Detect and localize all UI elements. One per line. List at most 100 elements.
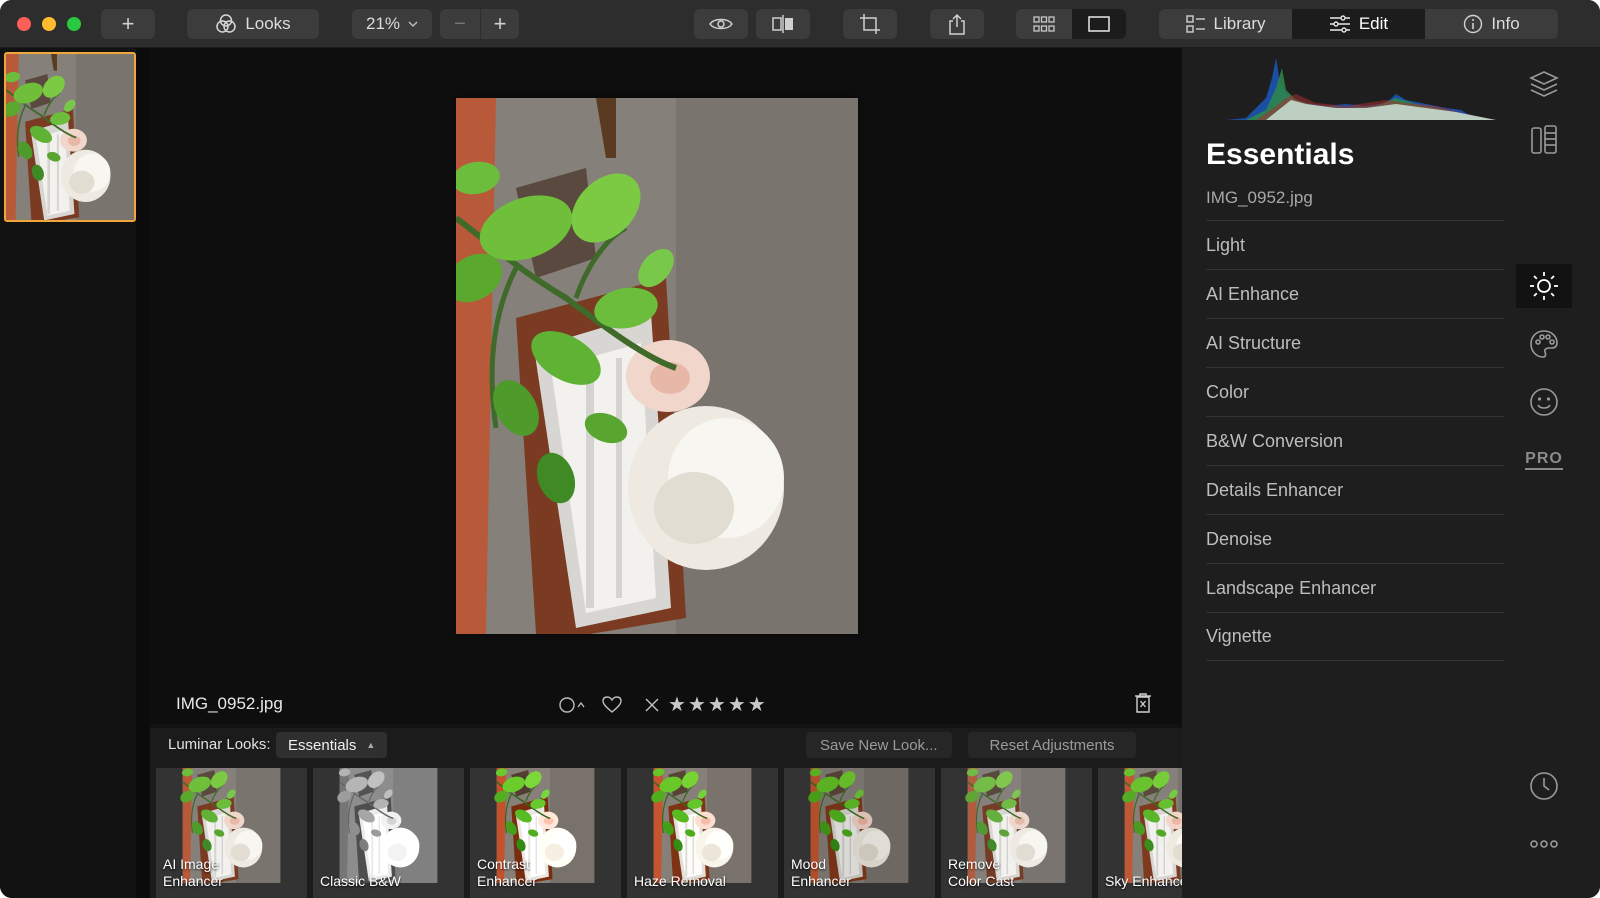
save-new-look-button[interactable]: Save New Look... [806,732,952,758]
looks-carousel: AI Image Enhancer Classic B&W Contrast Enhan… [156,768,1182,898]
pro-tools-button[interactable]: PRO [1516,438,1572,482]
zoom-out-button[interactable]: − [440,9,480,39]
more-options-button[interactable] [1516,822,1572,866]
tool-ai-structure[interactable]: AI Structure [1206,318,1504,367]
zoom-value: 21% [365,14,401,33]
compare-button[interactable] [756,9,810,39]
look-name: Mood Enhancer [791,856,931,890]
canvas-tools-button[interactable] [1516,118,1572,162]
share-icon [949,13,965,35]
look-name-line: Sky Enhancer [1105,873,1182,889]
look-preset[interactable]: Contrast Enhancer [470,768,621,898]
look-name-line: Mood [791,856,827,872]
preview-button[interactable] [694,9,748,39]
look-preset[interactable]: Sky Enhancer [1098,768,1182,898]
looks-label: Looks [245,14,291,33]
look-name-line: Enhancer [163,873,223,889]
more-icon [1530,840,1558,848]
look-name-line: Enhancer [791,873,851,889]
zoom-dropdown[interactable]: 21% [352,9,432,39]
portrait-tools-button[interactable] [1516,380,1572,424]
edit-panel: Essentials IMG_0952.jpg Light AI Enhance… [1182,48,1516,898]
history-button[interactable] [1516,764,1572,808]
filmstrip-thumbnail[interactable] [4,52,136,222]
star-icon[interactable]: ★ [708,694,728,716]
add-images-button[interactable]: + [101,9,155,39]
reject-icon[interactable] [644,697,660,713]
minus-icon: − [454,12,466,35]
look-name: Haze Removal [634,873,774,890]
tab-info-label: Info [1491,14,1520,33]
tool-list: Light AI Enhance AI Structure Color B&W … [1206,220,1504,661]
look-preset[interactable]: AI Image Enhancer [156,768,307,898]
plus-icon: + [493,11,507,36]
star-icon[interactable]: ★ [688,694,708,716]
history-clock-icon [1530,772,1558,800]
toolbar: + Looks 21% − + Library Edit Info [0,0,1600,48]
tab-library-label: Library [1213,14,1266,33]
chevron-up-icon: ▲ [366,740,376,750]
rating-controls: ★★★★★ [558,692,768,717]
tool-details-enhancer[interactable]: Details Enhancer [1206,465,1504,514]
looks-panel-label: Luminar Looks: [168,736,271,753]
main-photo[interactable] [456,98,858,634]
chevron-down-icon [408,20,418,27]
crop-button[interactable] [843,9,897,39]
pro-icon: PRO [1525,450,1563,470]
share-button[interactable] [930,9,984,39]
tab-info[interactable]: Info [1425,9,1558,39]
tool-ai-enhance[interactable]: AI Enhance [1206,269,1504,318]
filmstrip [0,48,136,898]
look-name: Classic B&W [320,873,460,890]
look-name-line: Color Cast [948,873,1015,889]
look-preset[interactable]: Mood Enhancer [784,768,935,898]
crop-icon [860,14,880,34]
looks-icon [216,14,237,33]
filmstrip-divider [136,48,150,898]
star-rating[interactable]: ★★★★★ [668,692,768,717]
image-info-bar: IMG_0952.jpg ★★★★★ [150,690,1182,726]
zoom-window-button[interactable] [67,17,81,31]
look-name-line: Classic B&W [320,873,401,889]
canvas-icon [1531,125,1557,154]
tab-edit[interactable]: Edit [1292,9,1425,39]
save-new-look-label: Save New Look... [820,736,938,754]
tool-vignette[interactable]: Vignette [1206,612,1504,661]
image-canvas[interactable] [150,48,1182,724]
reset-adjustments-button[interactable]: Reset Adjustments [968,732,1136,758]
looks-button[interactable]: Looks [187,9,319,39]
look-preset[interactable]: Remove Color Cast [941,768,1092,898]
tool-landscape-enhancer[interactable]: Landscape Enhancer [1206,563,1504,612]
close-window-button[interactable] [17,17,31,31]
zoom-in-button[interactable]: + [481,9,519,39]
library-icon [1185,15,1205,33]
essentials-tools-button[interactable] [1516,264,1572,308]
delete-button[interactable] [1134,692,1152,719]
tool-bw-conversion[interactable]: B&W Conversion [1206,416,1504,465]
layers-button[interactable] [1516,62,1572,106]
color-label-icon[interactable] [558,695,588,715]
tool-denoise[interactable]: Denoise [1206,514,1504,563]
image-filename: IMG_0952.jpg [176,694,283,713]
panel-filename: IMG_0952.jpg [1206,188,1313,207]
tool-light[interactable]: Light [1206,220,1504,269]
tab-library[interactable]: Library [1159,9,1292,39]
look-name-line: Enhancer [477,873,537,889]
looks-category-dropdown[interactable]: Essentials ▲ [276,732,388,758]
star-icon[interactable]: ★ [668,694,688,716]
minimize-window-button[interactable] [42,17,56,31]
look-name: Sky Enhancer [1105,873,1182,890]
single-view-button[interactable] [1072,9,1126,39]
gallery-view-button[interactable] [1016,9,1072,39]
star-icon[interactable]: ★ [748,694,768,716]
tool-color[interactable]: Color [1206,367,1504,416]
panel-title: Essentials [1206,138,1355,171]
creative-tools-button[interactable] [1516,322,1572,366]
star-icon[interactable]: ★ [728,694,748,716]
look-preset[interactable]: Haze Removal [627,768,778,898]
look-preset[interactable]: Classic B&W [313,768,464,898]
look-name-line: Contrast [477,856,530,872]
look-name: AI Image Enhancer [163,856,303,890]
heart-icon[interactable] [602,695,622,714]
look-name-line: Haze Removal [634,873,726,889]
